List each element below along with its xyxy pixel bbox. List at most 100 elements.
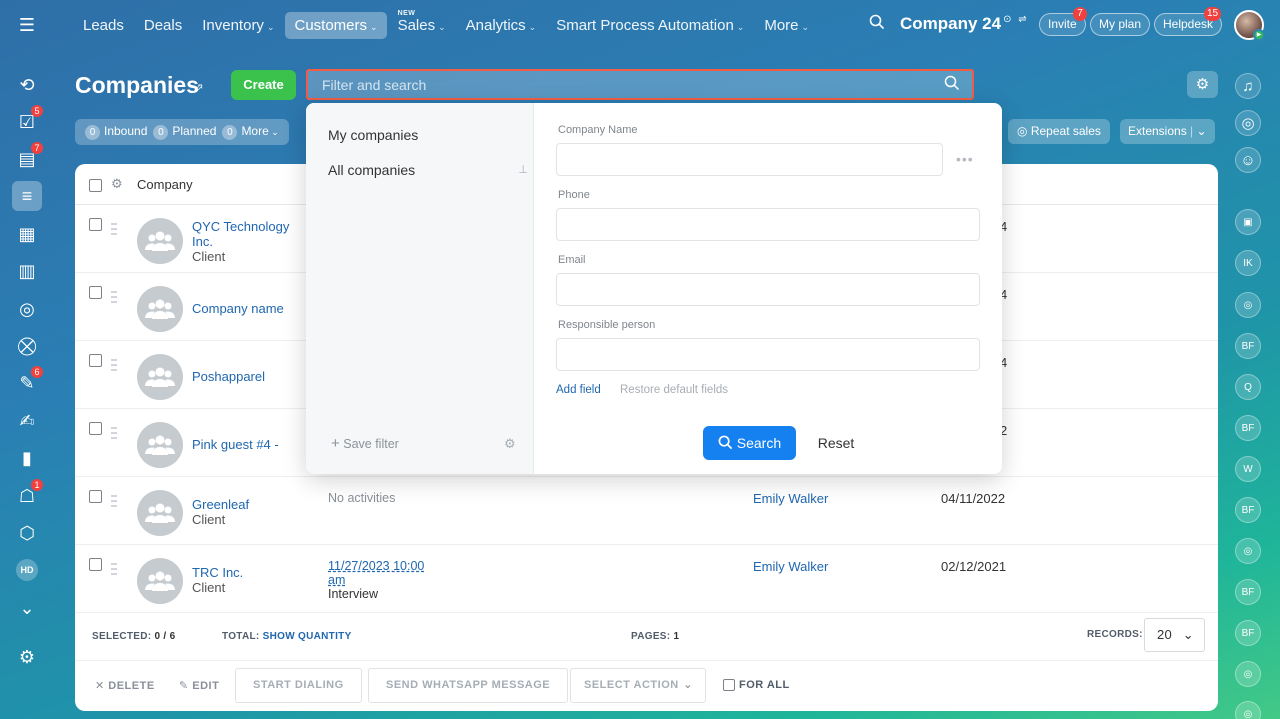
contact-avatar[interactable]: W: [1235, 456, 1261, 482]
reset-button[interactable]: Reset: [806, 426, 866, 460]
row-checkbox[interactable]: [89, 354, 102, 367]
analytics-icon[interactable]: ▮: [12, 443, 42, 473]
my-plan-button[interactable]: My plan: [1090, 13, 1151, 36]
row-checkbox[interactable]: [89, 490, 102, 503]
filter-funnel-icon[interactable]: ≡: [12, 181, 42, 211]
for-all-checkbox[interactable]: [723, 679, 735, 691]
open-channel-icon[interactable]: ◎: [1235, 538, 1261, 564]
contact-avatar[interactable]: BF: [1235, 333, 1261, 359]
group-chat-icon[interactable]: ▣: [1235, 209, 1261, 235]
restore-default-fields-link[interactable]: Restore default fields: [620, 384, 728, 396]
pin-icon[interactable]: ⊥: [518, 163, 528, 176]
preset-my-companies[interactable]: My companies: [328, 127, 418, 143]
company-name-input[interactable]: [556, 143, 943, 176]
responsible-person-input[interactable]: [556, 338, 980, 371]
column-header-company[interactable]: Company: [137, 177, 193, 192]
repeat-sales-button[interactable]: ◎ Repeat sales: [1008, 119, 1110, 144]
company-name-link[interactable]: TRC Inc.: [192, 565, 297, 580]
show-quantity-link[interactable]: SHOW QUANTITY: [263, 631, 352, 642]
drag-handle-icon[interactable]: ⎯ ⎯ ⎯: [111, 489, 124, 511]
target-icon[interactable]: ◎: [12, 294, 42, 324]
global-search-icon[interactable]: [869, 14, 885, 35]
filter-search-box[interactable]: [306, 69, 974, 100]
edit-button[interactable]: ✎ EDIT: [179, 679, 219, 692]
list-settings-gear-icon[interactable]: ⚙: [1187, 71, 1218, 98]
settings-sliders-icon[interactable]: ⇌: [1018, 14, 1026, 25]
row-checkbox[interactable]: [89, 286, 102, 299]
open-channel-icon[interactable]: ◎: [1235, 292, 1261, 318]
company-name-link[interactable]: Poshapparel: [192, 369, 297, 384]
search-button[interactable]: Search: [703, 426, 796, 460]
contact-avatar[interactable]: IK: [1235, 250, 1261, 276]
hamburger-menu-icon[interactable]: ☰: [14, 13, 40, 37]
more-options-icon[interactable]: •••: [956, 151, 974, 167]
contact-avatar[interactable]: Q: [1235, 374, 1261, 400]
delete-button[interactable]: ✕ DELETE: [95, 679, 155, 692]
contact-avatar[interactable]: BF: [1235, 579, 1261, 605]
row-checkbox[interactable]: [89, 218, 102, 231]
search-icon[interactable]: [944, 75, 960, 96]
drag-handle-icon[interactable]: ⎯ ⎯ ⎯: [111, 353, 124, 375]
pin-icon[interactable]: ⇗: [193, 80, 204, 96]
send-whatsapp-button[interactable]: SEND WHATSAPP MESSAGE: [368, 668, 569, 703]
open-channel-icon[interactable]: ◎: [1235, 661, 1261, 687]
cart-icon[interactable]: ⛒: [12, 331, 42, 361]
company-name-link[interactable]: Greenleaf: [192, 497, 297, 512]
tasks-icon[interactable]: ☑ 5: [12, 105, 43, 137]
row-checkbox[interactable]: [89, 422, 102, 435]
nav-item-analytics[interactable]: Analytics ⌄: [457, 12, 546, 39]
user-avatar[interactable]: ▶: [1234, 10, 1265, 41]
settings-gear-icon[interactable]: ⚙: [12, 642, 42, 672]
chevron-down-icon[interactable]: ⌄: [12, 593, 42, 623]
open-channel-icon[interactable]: ◎: [1235, 701, 1261, 719]
contact-avatar[interactable]: BF: [1235, 620, 1261, 646]
contact-avatar[interactable]: BF: [1235, 415, 1261, 441]
row-checkbox[interactable]: [89, 558, 102, 571]
responsible-person-link[interactable]: Emily Walker: [753, 491, 828, 506]
create-button[interactable]: Create: [231, 70, 296, 100]
save-filter-button[interactable]: + Save filter: [331, 435, 399, 452]
sign-icon[interactable]: ✍: [12, 406, 42, 436]
add-field-link[interactable]: Add field: [556, 384, 601, 396]
nav-item-leads[interactable]: Leads: [74, 12, 133, 39]
brand-logo[interactable]: Company 24 ⊙ ⇌: [900, 14, 1027, 34]
crm-icon[interactable]: ⟲: [12, 70, 42, 100]
counter-more[interactable]: 0 More ⌄: [222, 124, 279, 140]
nav-item-customers[interactable]: Customers ⌄: [285, 11, 387, 39]
filter-settings-gear-icon[interactable]: ⚙: [504, 436, 516, 452]
counter-inbound[interactable]: 0 Inbound: [85, 124, 147, 140]
email-input[interactable]: [556, 273, 980, 306]
notifications-bell-icon[interactable]: ♫: [1235, 73, 1261, 99]
preset-all-companies[interactable]: All companies ⊥: [328, 162, 528, 178]
copilot-icon[interactable]: ◎: [1235, 110, 1261, 136]
nav-item-inventory[interactable]: Inventory ⌄: [193, 12, 283, 39]
contact-avatar[interactable]: BF: [1235, 497, 1261, 523]
drag-handle-icon[interactable]: ⎯ ⎯ ⎯: [111, 557, 124, 579]
select-action-dropdown[interactable]: SELECT ACTION ⌄: [570, 668, 706, 703]
drag-handle-icon[interactable]: ⎯ ⎯ ⎯: [111, 285, 124, 307]
box-icon[interactable]: ⬡: [12, 518, 42, 548]
start-dialing-button[interactable]: START DIALING: [235, 668, 362, 703]
nav-item-sales[interactable]: NEW Sales ⌄: [389, 10, 455, 39]
company-name-link[interactable]: Pink guest #4 -: [192, 437, 297, 452]
filter-search-input[interactable]: [308, 71, 972, 98]
feed-icon[interactable]: ▤ 7: [12, 142, 43, 174]
company-name-link[interactable]: Company name: [192, 301, 297, 316]
column-settings-gear-icon[interactable]: ⚙: [111, 176, 123, 192]
nav-item-smart-process-automation[interactable]: Smart Process Automation ⌄: [547, 12, 753, 39]
records-per-page-select[interactable]: 20 ⌄: [1144, 618, 1205, 652]
drive-icon[interactable]: ▥: [12, 256, 42, 286]
drag-handle-icon[interactable]: ⎯ ⎯ ⎯: [111, 421, 124, 443]
responsible-person-link[interactable]: Emily Walker: [753, 559, 828, 574]
extensions-button[interactable]: Extensions | ⌄: [1120, 119, 1215, 144]
robot-icon[interactable]: ☖ 1: [12, 479, 43, 511]
phone-input[interactable]: [556, 208, 980, 241]
nav-item-more[interactable]: More ⌄: [755, 12, 818, 39]
activity-cell[interactable]: 11/27/2023 10:00 am: [328, 559, 428, 587]
calendar-icon[interactable]: ▦: [12, 219, 42, 249]
hd-avatar[interactable]: HD: [16, 559, 38, 581]
company-name-link[interactable]: QYC Technology Inc.: [192, 219, 297, 249]
chat-icon[interactable]: ☺: [1235, 147, 1261, 173]
drag-handle-icon[interactable]: ⎯ ⎯ ⎯: [111, 217, 124, 239]
counter-planned[interactable]: 0 Planned: [153, 124, 216, 140]
